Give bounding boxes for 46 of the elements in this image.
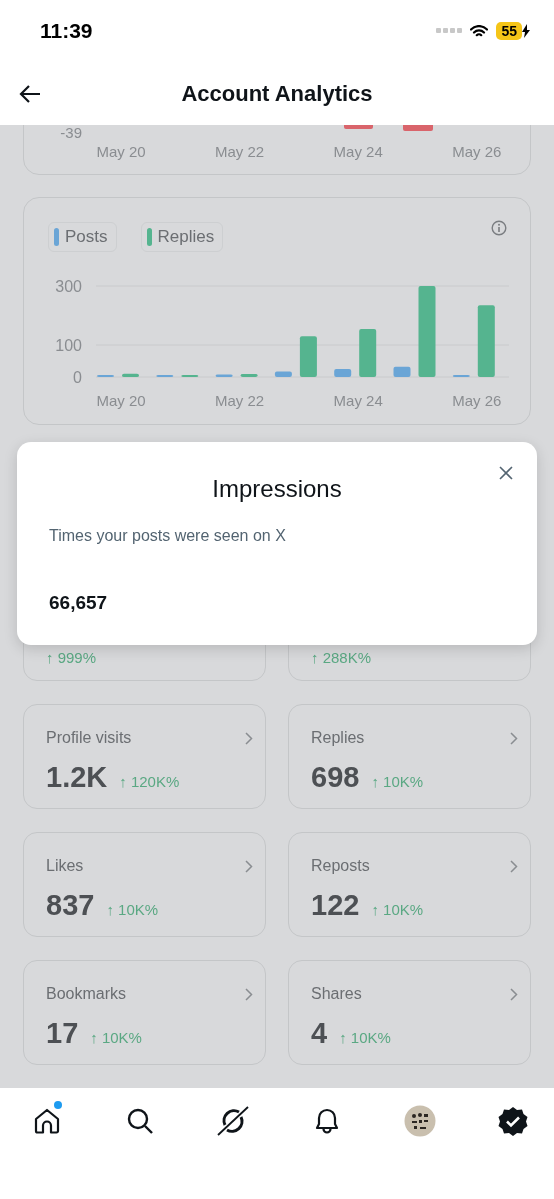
dialog-description: Times your posts were seen on X [49, 527, 287, 545]
metric-change: ↑ 288K% [311, 649, 372, 666]
metric-value: 17 [46, 1017, 79, 1050]
status-time: 11:39 [40, 19, 93, 43]
battery-indicator: 55 [496, 22, 522, 40]
metric-change: ↑ 10K% [90, 1029, 142, 1046]
legend-chip[interactable]: Posts [48, 222, 117, 252]
y-axis-label: 0 [73, 369, 82, 386]
x-axis-label: May 20 [96, 143, 146, 160]
metric-card[interactable]: Reposts 122 ↑ 10K% [288, 832, 531, 937]
metric-change: ↑ 999% [46, 649, 97, 666]
x-axis-label: May 24 [333, 143, 383, 160]
metric-card[interactable]: Likes 837 ↑ 10K% [23, 832, 266, 937]
metric-label: Reposts [311, 857, 370, 876]
x-axis-label: May 26 [452, 143, 502, 160]
metric-value: 1.2K [46, 761, 108, 794]
x-axis-label: May 22 [215, 392, 265, 409]
x-axis-label: May 20 [96, 392, 146, 409]
metric-change: ↑ 120K% [119, 773, 180, 790]
metric-card[interactable]: Shares 4 ↑ 10K% [288, 960, 531, 1065]
metric-change: ↑ 10K% [371, 773, 424, 790]
metric-label: Replies [311, 729, 365, 748]
metric-label: Profile visits [46, 729, 132, 748]
metric-card[interactable]: Bookmarks 17 ↑ 10K% [23, 960, 266, 1065]
x-axis-label: May 24 [333, 392, 383, 409]
metric-value: 698 [311, 761, 360, 794]
metric-value: 837 [46, 889, 95, 922]
x-axis-label: May 22 [215, 143, 265, 160]
y-axis-label: 100 [55, 337, 82, 354]
metric-label: Bookmarks [46, 985, 127, 1004]
x-axis-label: May 26 [452, 392, 502, 409]
page-title: Account Analytics [181, 80, 373, 107]
metric-value: 4 [311, 1017, 328, 1050]
impressions-count: 66,657 [49, 592, 109, 614]
metric-change: ↑ 10K% [371, 901, 424, 918]
metric-card[interactable]: Replies 698 ↑ 10K% [288, 704, 531, 809]
metric-value: 122 [311, 889, 360, 922]
legend-chip[interactable]: Replies [140, 222, 224, 252]
metric-change: ↑ 10K% [339, 1029, 391, 1046]
metric-card[interactable]: Profile visits 1.2K ↑ 120K% [23, 704, 266, 809]
y-axis-label: -39 [60, 125, 82, 141]
dialog-title: Impressions [212, 475, 342, 503]
metric-change: ↑ 10K% [106, 901, 159, 918]
y-axis-label: 300 [55, 278, 82, 295]
metric-label: Likes [46, 857, 84, 876]
metric-label: Shares [311, 985, 362, 1004]
